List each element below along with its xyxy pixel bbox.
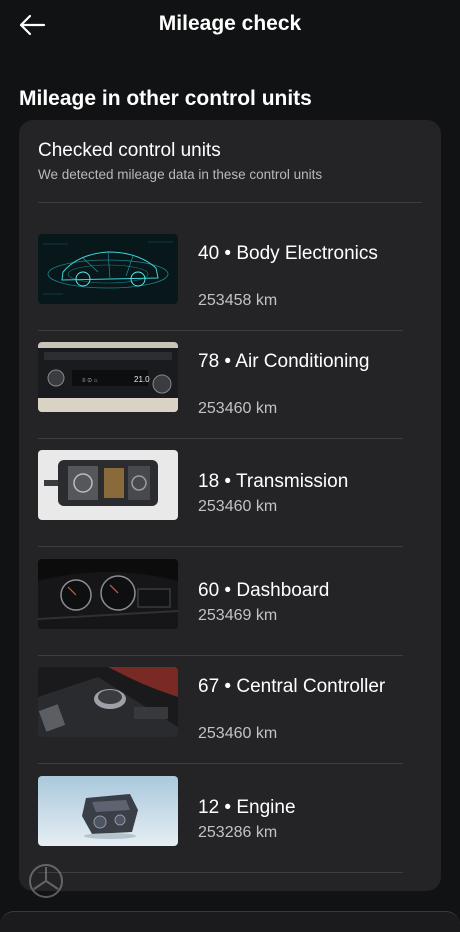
- car-wireframe-image: [38, 234, 178, 304]
- top-bar: Mileage check: [0, 0, 460, 52]
- idrive-knob-image: [38, 667, 178, 737]
- control-unit-item[interactable]: 60 • Dashboard 253469 km: [38, 547, 403, 656]
- climate-panel-image: 21.0 ≡ ⊙ ⌂: [38, 342, 178, 412]
- unit-name: 12 • Engine: [198, 797, 296, 818]
- control-unit-item[interactable]: 67 • Central Controller 253460 km: [38, 655, 403, 764]
- engine-image: [38, 776, 178, 846]
- unit-name: 60 • Dashboard: [198, 580, 330, 601]
- card-title: Checked control units: [38, 140, 221, 161]
- unit-mileage: 253286 km: [198, 824, 278, 841]
- svg-text:21.0: 21.0: [134, 375, 150, 384]
- control-unit-item[interactable]: 18 • Transmission 253460 km: [38, 438, 403, 547]
- unit-name: 67 • Central Controller: [198, 676, 386, 697]
- unit-mileage: 253460 km: [198, 400, 278, 417]
- gearbox-image: [38, 450, 178, 520]
- svg-text:≡ ⊙ ⌂: ≡ ⊙ ⌂: [82, 378, 98, 384]
- unit-mileage: 253460 km: [198, 725, 278, 742]
- divider: [38, 202, 422, 203]
- unit-name: 40 • Body Electronics: [198, 243, 378, 264]
- instrument-cluster-image: [38, 559, 178, 629]
- unit-name: 18 • Transmission: [198, 471, 349, 492]
- control-unit-item[interactable]: 40 • Body Electronics 253458 km: [38, 222, 403, 331]
- unit-mileage: 253460 km: [198, 498, 278, 515]
- control-unit-item[interactable]: 21.0 ≡ ⊙ ⌂ 78 • Air Conditioning 253460 …: [38, 330, 403, 439]
- brand-logo-icon: [28, 863, 64, 899]
- page-title: Mileage check: [158, 12, 302, 35]
- section-title: Mileage in other control units: [19, 87, 312, 110]
- control-unit-item[interactable]: 12 • Engine 253286 km: [38, 764, 403, 873]
- unit-name: 78 • Air Conditioning: [198, 351, 370, 372]
- unit-mileage: 253458 km: [198, 292, 278, 309]
- card-subtitle: We detected mileage data in these contro…: [38, 167, 323, 182]
- bottom-sheet-handle: [0, 911, 460, 932]
- unit-mileage: 253469 km: [198, 607, 278, 624]
